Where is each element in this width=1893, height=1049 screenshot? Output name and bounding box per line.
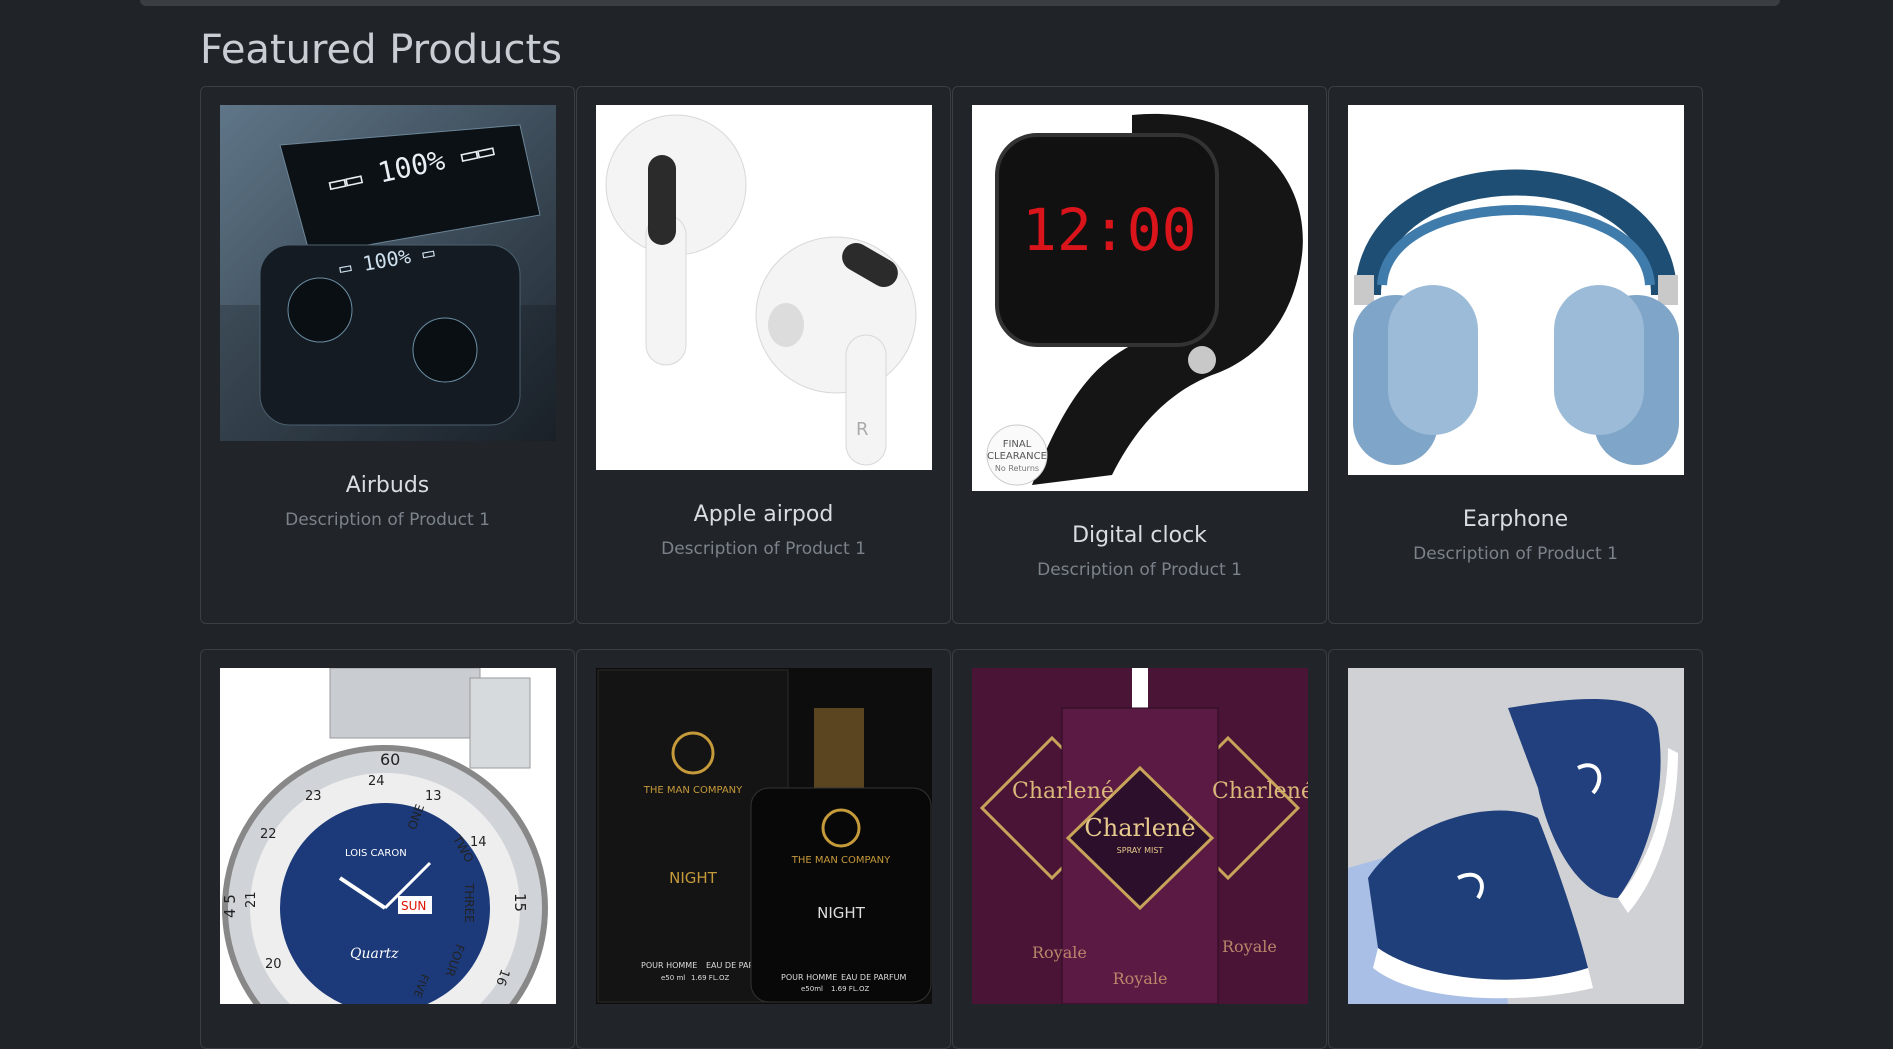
svg-text:15: 15	[511, 893, 529, 912]
svg-text:THREE: THREE	[462, 882, 476, 923]
product-name: Apple airpod	[693, 502, 834, 527]
svg-text:SPRAY MIST: SPRAY MIST	[1116, 846, 1163, 855]
svg-text:22: 22	[260, 827, 277, 842]
product-name: Digital clock	[1072, 523, 1207, 548]
svg-text:POUR HOMME: POUR HOMME	[641, 961, 697, 970]
product-card-charlene-spray[interactable]: Charlené Charlené Charlené SPRAY MIST Ro…	[952, 649, 1327, 1049]
product-card-apple-airpod[interactable]: R Apple airpod Description of Product 1	[576, 86, 951, 624]
product-image-charlene-spray[interactable]: Charlené Charlené Charlené SPRAY MIST Ro…	[971, 668, 1308, 1004]
svg-text:21: 21	[244, 891, 259, 908]
product-grid: ▭▭ 100% ▭▭ ▭ 100% ▭ Airbuds Description …	[200, 86, 1703, 624]
product-image-airbuds[interactable]: ▭▭ 100% ▭▭ ▭ 100% ▭	[219, 105, 556, 441]
product-card-sneakers[interactable]	[1328, 649, 1703, 1049]
svg-text:Charlené: Charlené	[1012, 779, 1114, 804]
svg-text:Charlené: Charlené	[1212, 779, 1308, 804]
svg-text:60: 60	[380, 750, 400, 769]
svg-text:THE MAN COMPANY: THE MAN COMPANY	[642, 785, 742, 796]
product-grid-row-2: 60 24 23 13 ONE TWO 14 THREE 15 FOUR 16 …	[200, 649, 1703, 1049]
svg-text:SUN: SUN	[401, 899, 426, 913]
product-name: Airbuds	[345, 473, 430, 498]
svg-text:23: 23	[305, 789, 322, 804]
svg-text:NIGHT: NIGHT	[669, 869, 718, 887]
product-card-analog-watch[interactable]: 60 24 23 13 ONE TWO 14 THREE 15 FOUR 16 …	[200, 649, 575, 1049]
svg-text:e50ml: e50ml	[801, 985, 823, 993]
product-image-perfume-night[interactable]: THE MAN COMPANY NIGHT POUR HOMME EAU DE …	[595, 668, 932, 1004]
browser-scrollbar-track	[140, 0, 1780, 6]
product-card-earphone[interactable]: Earphone Description of Product 1	[1328, 86, 1703, 624]
svg-text:THE MAN COMPANY: THE MAN COMPANY	[790, 855, 890, 866]
product-description: Description of Product 1	[285, 510, 490, 530]
svg-text:Charlené: Charlené	[1084, 814, 1195, 842]
product-image-apple-airpod[interactable]: R	[595, 105, 932, 470]
watch-time-display: 12:00	[1022, 196, 1197, 264]
svg-text:POUR HOMME: POUR HOMME	[781, 973, 837, 982]
svg-text:Quartz: Quartz	[350, 946, 399, 962]
svg-text:Royale: Royale	[1222, 937, 1277, 956]
product-image-sneakers[interactable]	[1347, 668, 1684, 1004]
product-card-airbuds[interactable]: ▭▭ 100% ▭▭ ▭ 100% ▭ Airbuds Description …	[200, 86, 575, 624]
svg-text:4 5: 4 5	[221, 894, 239, 918]
product-card-perfume-night[interactable]: THE MAN COMPANY NIGHT POUR HOMME EAU DE …	[576, 649, 951, 1049]
svg-text:Royale: Royale	[1112, 969, 1167, 988]
product-card-digital-clock[interactable]: 12:00 FINAL CLEARANCE No Returns Digital…	[952, 86, 1327, 624]
svg-text:24: 24	[368, 774, 385, 789]
svg-text:20: 20	[265, 957, 282, 972]
svg-text:Royale: Royale	[1032, 943, 1087, 962]
product-description: Description of Product 1	[1413, 544, 1618, 564]
svg-text:e50 ml: e50 ml	[661, 974, 685, 982]
svg-text:No Returns: No Returns	[994, 464, 1038, 473]
product-image-digital-clock[interactable]: 12:00 FINAL CLEARANCE No Returns	[971, 105, 1308, 491]
svg-text:14: 14	[470, 835, 487, 850]
product-image-analog-watch[interactable]: 60 24 23 13 ONE TWO 14 THREE 15 FOUR 16 …	[219, 668, 556, 1004]
svg-text:NIGHT: NIGHT	[817, 904, 866, 922]
svg-text:CLEARANCE: CLEARANCE	[987, 451, 1047, 462]
featured-products-section: Featured Products ▭▭ 100% ▭▭ ▭ 100% ▭ Ai…	[200, 24, 1703, 1049]
svg-text:EAU DE PARFUM: EAU DE PARFUM	[841, 973, 906, 982]
svg-text:1.69 FL.OZ: 1.69 FL.OZ	[691, 974, 729, 982]
page-title: Featured Products	[200, 27, 562, 73]
product-description: Description of Product 1	[661, 539, 866, 559]
product-name: Earphone	[1462, 507, 1569, 532]
svg-text:LOIS CARON: LOIS CARON	[345, 848, 407, 859]
product-image-earphone[interactable]	[1347, 105, 1684, 475]
svg-text:13: 13	[425, 789, 442, 804]
product-description: Description of Product 1	[1037, 560, 1242, 580]
svg-text:1.69 FL.OZ: 1.69 FL.OZ	[831, 985, 869, 993]
svg-text:R: R	[856, 419, 869, 440]
svg-text:FINAL: FINAL	[1002, 439, 1031, 450]
